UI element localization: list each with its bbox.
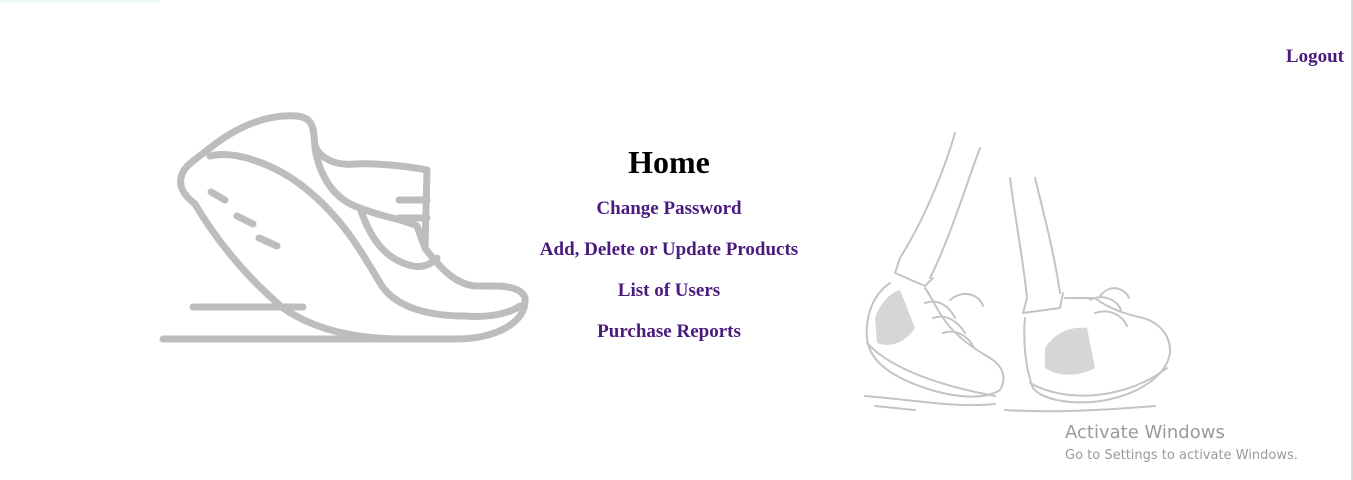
- watermark-title: Activate Windows: [1065, 422, 1225, 443]
- walking-sneakers-illustration: [855, 128, 1185, 433]
- purchase-reports-link[interactable]: Purchase Reports: [520, 321, 818, 343]
- admin-home-page: Logout Home Change Password Add, Delete …: [0, 0, 1353, 480]
- logout-link[interactable]: Logout: [1286, 46, 1344, 68]
- manage-products-link[interactable]: Add, Delete or Update Products: [520, 239, 818, 261]
- running-shoe-icon: [155, 108, 535, 353]
- change-password-link[interactable]: Change Password: [520, 198, 818, 220]
- list-of-users-link[interactable]: List of Users: [520, 280, 818, 302]
- watermark-subtitle: Go to Settings to activate Windows.: [1065, 448, 1298, 463]
- activate-windows-watermark: Activate Windows Go to Settings to activ…: [1065, 422, 1298, 466]
- main-menu: Home Change Password Add, Delete or Upda…: [520, 142, 818, 362]
- top-accent-bar: [0, 0, 160, 3]
- page-title: Home: [628, 144, 710, 180]
